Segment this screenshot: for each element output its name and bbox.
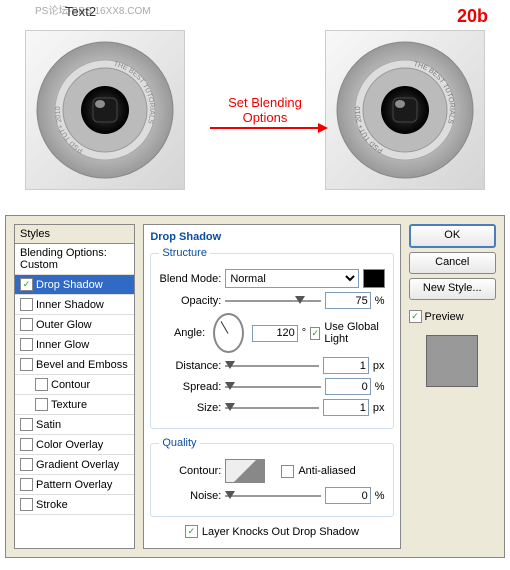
layer-style-dialog: Styles Blending Options: Custom ✓Drop Sh…: [5, 215, 505, 558]
style-item-contour[interactable]: Contour: [15, 375, 134, 395]
structure-legend: Structure: [159, 247, 210, 259]
style-checkbox[interactable]: [20, 458, 33, 471]
style-item-texture[interactable]: Texture: [15, 395, 134, 415]
quality-legend: Quality: [159, 437, 199, 449]
anti-aliased-label: Anti-aliased: [298, 465, 355, 477]
style-label: Contour: [51, 379, 90, 391]
noise-label: Noise:: [159, 490, 221, 502]
style-label: Outer Glow: [36, 319, 92, 331]
distance-slider[interactable]: [225, 358, 319, 374]
tutorial-header: PS论坛-BBS.16XX8.COM Text2 20b THE BEST TU…: [0, 0, 510, 215]
noise-input[interactable]: [325, 487, 371, 504]
spread-slider[interactable]: [225, 379, 320, 395]
dialog-buttons: OK Cancel New Style... ✓Preview: [409, 224, 496, 549]
spread-input[interactable]: [325, 378, 371, 395]
style-checkbox[interactable]: [35, 398, 48, 411]
knockout-label: Layer Knocks Out Drop Shadow: [202, 526, 359, 538]
style-checkbox[interactable]: [20, 478, 33, 491]
opacity-input[interactable]: [325, 292, 371, 309]
quality-group: Quality Contour:Anti-aliased Noise:%: [150, 437, 393, 517]
noise-slider[interactable]: [225, 488, 320, 504]
ok-button[interactable]: OK: [409, 224, 496, 248]
arrow-icon: [210, 127, 320, 129]
preview-checkbox[interactable]: ✓: [409, 310, 422, 323]
global-light-label: Use Global Light: [324, 321, 384, 345]
style-item-stroke[interactable]: Stroke: [15, 495, 134, 515]
style-item-bevel[interactable]: Bevel and Emboss: [15, 355, 134, 375]
style-label: Color Overlay: [36, 439, 103, 451]
contour-label: Contour:: [159, 465, 221, 477]
arrow: Set Blending Options: [210, 95, 320, 129]
arrow-label: Set Blending Options: [210, 95, 320, 125]
style-item-drop-shadow[interactable]: ✓Drop Shadow: [15, 275, 134, 295]
style-checkbox[interactable]: ✓: [20, 278, 33, 291]
styles-header[interactable]: Styles: [15, 225, 134, 244]
style-checkbox[interactable]: [20, 498, 33, 511]
distance-label: Distance:: [159, 360, 221, 372]
style-item-gradient-overlay[interactable]: Gradient Overlay: [15, 455, 134, 475]
style-label: Pattern Overlay: [36, 479, 112, 491]
knockout-checkbox[interactable]: ✓: [185, 525, 198, 538]
size-slider[interactable]: [225, 400, 319, 416]
size-label: Size:: [159, 402, 221, 414]
angle-input[interactable]: [252, 325, 298, 342]
style-checkbox[interactable]: [20, 318, 33, 331]
style-checkbox[interactable]: [20, 298, 33, 311]
style-label: Drop Shadow: [36, 279, 103, 291]
styles-list: Styles Blending Options: Custom ✓Drop Sh…: [14, 224, 135, 549]
blend-mode-label: Blend Mode:: [159, 273, 221, 285]
lens-after: THE BEST TUTORIALSPSD TUT+ 2010: [325, 30, 485, 190]
global-light-checkbox[interactable]: ✓: [310, 327, 320, 340]
size-input[interactable]: [323, 399, 369, 416]
style-item-satin[interactable]: Satin: [15, 415, 134, 435]
color-swatch[interactable]: [363, 269, 385, 288]
style-item-color-overlay[interactable]: Color Overlay: [15, 435, 134, 455]
layer-label: Text2: [65, 4, 96, 19]
drop-shadow-panel: Drop Shadow Structure Blend Mode:Normal …: [143, 224, 400, 549]
opacity-slider[interactable]: [225, 293, 320, 309]
opacity-label: Opacity:: [159, 295, 221, 307]
style-label: Inner Shadow: [36, 299, 104, 311]
style-label: Stroke: [36, 499, 68, 511]
angle-label: Angle:: [159, 327, 205, 339]
style-item-inner-glow[interactable]: Inner Glow: [15, 335, 134, 355]
style-item-pattern-overlay[interactable]: Pattern Overlay: [15, 475, 134, 495]
new-style-button[interactable]: New Style...: [409, 278, 496, 300]
style-label: Bevel and Emboss: [36, 359, 128, 371]
panel-title: Drop Shadow: [150, 231, 393, 243]
contour-picker[interactable]: [225, 459, 265, 483]
cancel-button[interactable]: Cancel: [409, 252, 496, 274]
preview-label: Preview: [425, 311, 464, 323]
blending-options-item[interactable]: Blending Options: Custom: [15, 244, 134, 275]
style-label: Satin: [36, 419, 61, 431]
blend-mode-select[interactable]: Normal: [225, 269, 358, 288]
style-label: Texture: [51, 399, 87, 411]
spread-label: Spread:: [159, 381, 221, 393]
style-checkbox[interactable]: [20, 338, 33, 351]
style-label: Gradient Overlay: [36, 459, 119, 471]
anti-aliased-checkbox[interactable]: [281, 465, 294, 478]
style-checkbox[interactable]: [35, 378, 48, 391]
style-item-outer-glow[interactable]: Outer Glow: [15, 315, 134, 335]
preview-swatch: [426, 335, 478, 387]
step-number: 20b: [457, 6, 488, 27]
style-checkbox[interactable]: [20, 358, 33, 371]
style-checkbox[interactable]: [20, 438, 33, 451]
distance-input[interactable]: [323, 357, 369, 374]
style-label: Inner Glow: [36, 339, 89, 351]
structure-group: Structure Blend Mode:Normal Opacity:% An…: [150, 247, 393, 429]
style-checkbox[interactable]: [20, 418, 33, 431]
style-item-inner-shadow[interactable]: Inner Shadow: [15, 295, 134, 315]
lens-before: THE BEST TUTORIALSPSD TUT+ 2010: [25, 30, 185, 190]
angle-dial[interactable]: [213, 313, 244, 353]
